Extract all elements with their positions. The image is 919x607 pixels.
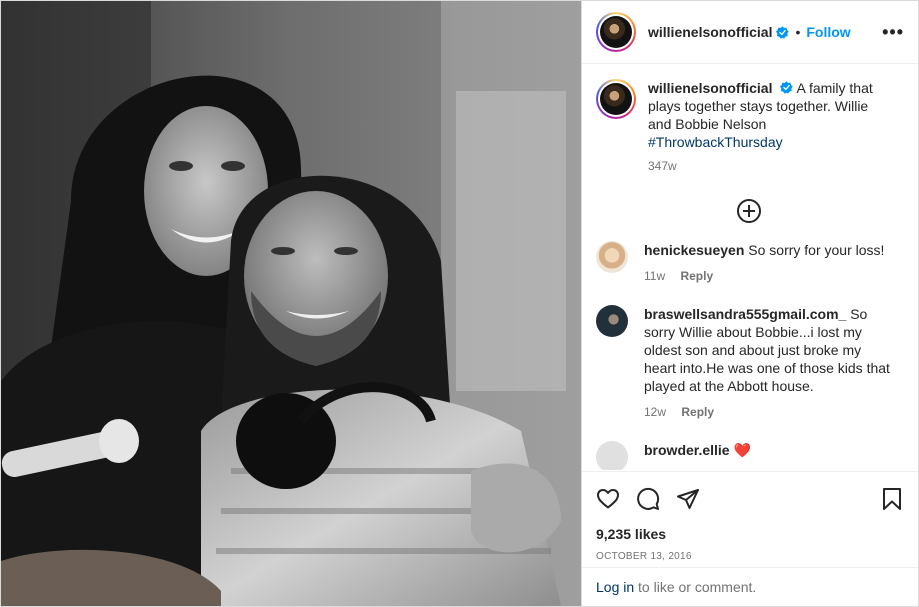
comment: browder.ellie ❤️	[596, 441, 902, 470]
comment-username[interactable]: browder.ellie	[644, 442, 730, 458]
comment-time: 12w	[644, 405, 667, 419]
login-link[interactable]: Log in	[596, 579, 634, 595]
comment-avatar[interactable]	[596, 441, 628, 470]
reply-button[interactable]: Reply	[681, 405, 714, 419]
more-icon[interactable]: •••	[882, 22, 904, 43]
comment-username[interactable]: braswellsandra555gmail.com_	[644, 306, 846, 322]
post-image	[1, 1, 581, 606]
heart-icon[interactable]	[596, 487, 620, 511]
caption-time: 347w	[648, 159, 677, 173]
caption-username[interactable]: willienelsonofficial	[648, 80, 772, 96]
likes-count[interactable]: 9,235 likes	[596, 526, 904, 542]
bookmark-icon[interactable]	[880, 487, 904, 511]
caption: willienelsonofficial A family that plays…	[596, 79, 902, 175]
comment-text: ❤️	[733, 442, 751, 458]
separator-dot: •	[795, 24, 801, 40]
caption-avatar[interactable]	[596, 79, 636, 119]
post-photo[interactable]	[1, 1, 581, 606]
post-panel: willienelsonofficial • Follow ••• willie…	[581, 1, 918, 606]
comment-avatar[interactable]	[596, 241, 628, 273]
post-header: willienelsonofficial • Follow •••	[582, 1, 918, 64]
caption-hashtag[interactable]: #ThrowbackThursday	[648, 133, 893, 151]
comment-text: So sorry for your loss!	[748, 242, 885, 258]
avatar[interactable]	[596, 12, 636, 52]
action-bar: 9,235 likes OCTOBER 13, 2016	[582, 471, 918, 562]
verified-icon	[780, 81, 794, 94]
reply-button[interactable]: Reply	[680, 269, 713, 283]
comment-avatar[interactable]	[596, 305, 628, 337]
login-prompt-text: to like or comment.	[634, 579, 757, 595]
comment-username[interactable]: henickesueyen	[644, 242, 744, 258]
verified-icon	[776, 25, 790, 39]
comment-icon[interactable]	[636, 487, 660, 511]
share-icon[interactable]	[676, 487, 700, 511]
comment: braswellsandra555gmail.com_ So sorry Wil…	[596, 305, 902, 421]
load-more-icon[interactable]	[737, 199, 761, 223]
instagram-post: willienelsonofficial • Follow ••• willie…	[0, 0, 919, 607]
comment: henickesueyen So sorry for your loss! 11…	[596, 241, 902, 285]
post-date: OCTOBER 13, 2016	[596, 551, 692, 562]
header-username[interactable]: willienelsonofficial	[648, 24, 772, 40]
comment-time: 11w	[644, 269, 666, 283]
login-prompt: Log in to like or comment.	[582, 567, 918, 595]
follow-button[interactable]: Follow	[806, 24, 850, 40]
comments-section[interactable]: willienelsonofficial A family that plays…	[582, 65, 918, 470]
